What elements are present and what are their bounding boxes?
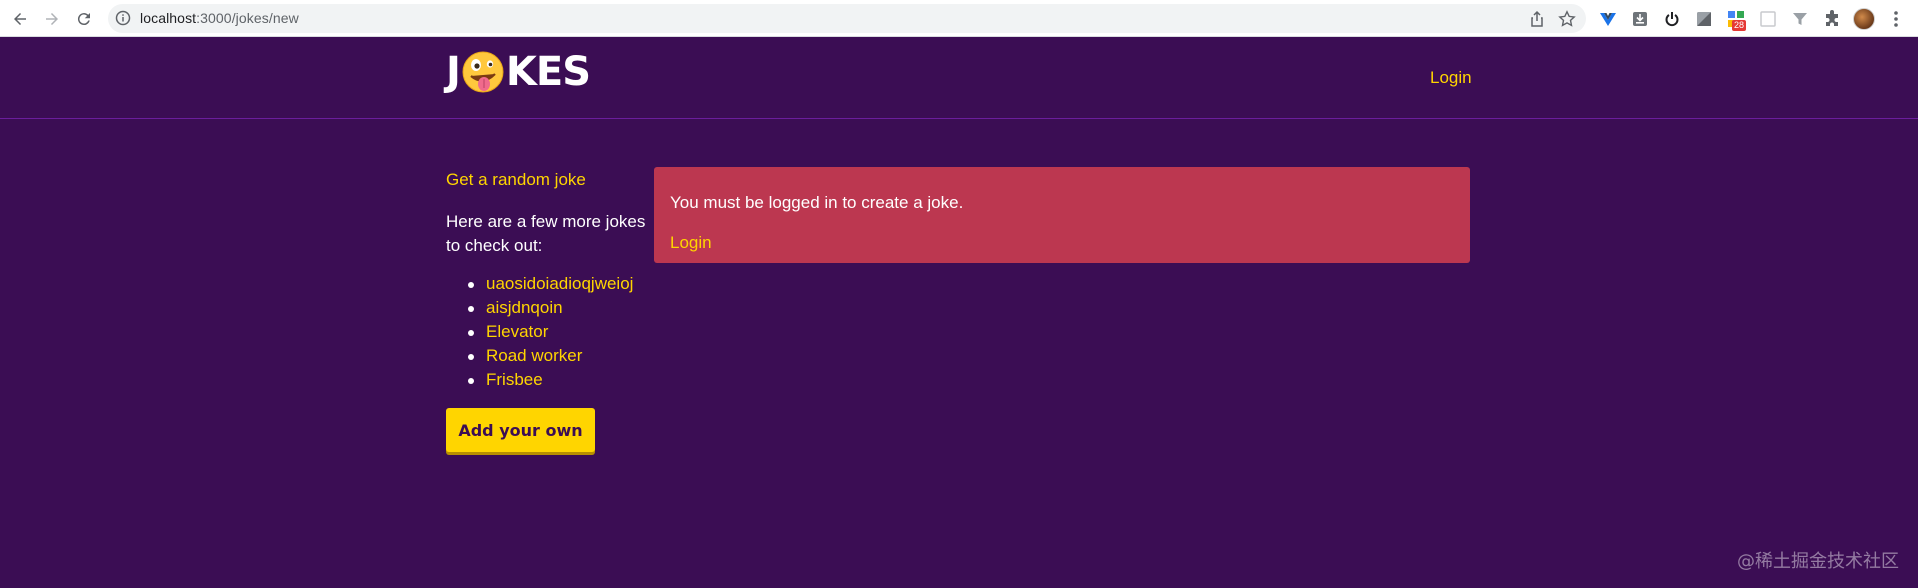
reload-icon [77, 13, 90, 26]
site-header: J KES Login [0, 37, 1918, 119]
header-login-link[interactable]: Login [1430, 68, 1472, 88]
blank-square-icon [1759, 10, 1776, 27]
more-menu-icon[interactable] [1893, 8, 1899, 30]
jokes-logo[interactable]: J KES [446, 48, 591, 96]
add-joke-button[interactable]: Add your own [446, 408, 595, 452]
address-bar[interactable] [108, 4, 1586, 33]
list-item: Road worker [446, 344, 666, 368]
url-path: :3000/jokes/new [196, 10, 299, 26]
joke-link[interactable]: aisjdnqoin [486, 298, 563, 317]
joke-link[interactable]: Frisbee [486, 370, 543, 389]
vue-devtools-extension[interactable] [1598, 9, 1617, 28]
forward-button[interactable] [40, 7, 64, 31]
list-item: Elevator [446, 320, 666, 344]
browser-toolbar: localhost:3000/jokes/new 28 [0, 0, 1918, 37]
joke-link[interactable]: Road worker [486, 346, 582, 365]
blank-extension[interactable] [1758, 9, 1777, 28]
joke-list: uaosidoiadioqjweioj aisjdnqoin Elevator … [446, 272, 666, 392]
arrow-left-icon [14, 13, 26, 25]
list-item: uaosidoiadioqjweioj [446, 272, 666, 296]
info-icon[interactable] [115, 10, 131, 26]
more-jokes-text: Here are a few more jokes to check out: [446, 212, 646, 255]
bullet-icon [468, 306, 474, 312]
url-text: localhost:3000/jokes/new [140, 10, 299, 26]
puzzle-icon [1825, 9, 1838, 26]
extension-badge: 28 [1732, 20, 1747, 31]
power-extension[interactable] [1662, 9, 1681, 28]
power-icon [1665, 11, 1678, 26]
error-login-link[interactable]: Login [670, 233, 712, 253]
error-message: You must be logged in to create a joke. [670, 193, 964, 212]
arrow-right-icon [46, 13, 58, 25]
bookmark-star-icon[interactable] [1558, 10, 1576, 28]
url-host: localhost [140, 10, 197, 26]
list-item: Frisbee [446, 368, 666, 392]
watermark: @稀土掘金技术社区 [1737, 551, 1899, 572]
reload-button[interactable] [72, 7, 96, 31]
back-button[interactable] [8, 7, 32, 31]
filter-extension[interactable] [1790, 9, 1809, 28]
list-item: aisjdnqoin [446, 296, 666, 320]
bullet-icon [468, 354, 474, 360]
joke-link[interactable]: Elevator [486, 322, 548, 341]
square-icon [1696, 11, 1711, 26]
error-panel: You must be logged in to create a joke. … [654, 167, 1470, 263]
logo-letter-j: J [446, 49, 461, 95]
download-extension[interactable] [1630, 9, 1649, 28]
bullet-icon [468, 282, 474, 288]
logo-letters-kes: KES [505, 49, 591, 95]
zany-face-emoji-icon [462, 51, 504, 93]
joke-link[interactable]: uaosidoiadioqjweioj [486, 274, 633, 293]
random-joke-link[interactable]: Get a random joke [446, 170, 586, 190]
profile-avatar[interactable] [1853, 8, 1875, 30]
bullet-icon [468, 378, 474, 384]
download-icon [1632, 11, 1647, 26]
filter-icon [1792, 12, 1807, 25]
square-extension[interactable] [1694, 9, 1713, 28]
extensions-button[interactable] [1822, 9, 1841, 28]
bullet-icon [468, 330, 474, 336]
vue-icon [1599, 12, 1616, 26]
share-icon[interactable] [1528, 10, 1546, 28]
